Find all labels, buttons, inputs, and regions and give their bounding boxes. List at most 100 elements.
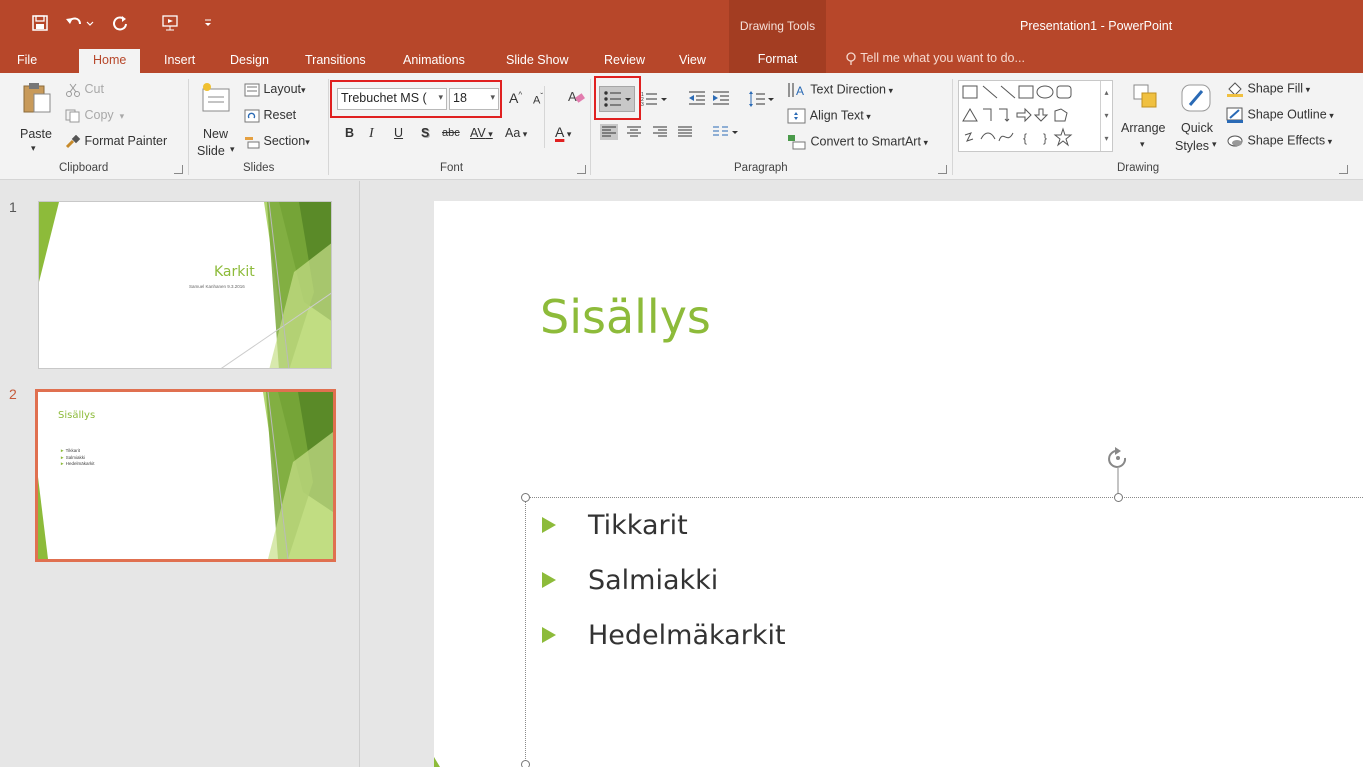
chevron-down-icon[interactable]: ▾: [490, 92, 495, 103]
bullet-item[interactable]: Salmiakki: [542, 560, 718, 600]
section-button[interactable]: Section▾: [244, 134, 310, 149]
line-spacing-button[interactable]: [748, 90, 776, 108]
quick-styles-button[interactable]: Quick Styles ▾: [1172, 79, 1222, 159]
title-bar: Drawing Tools Presentation1 - PowerPoint: [0, 0, 1363, 47]
align-center-button[interactable]: [625, 124, 643, 140]
chevron-down-icon[interactable]: ▾: [438, 92, 443, 103]
align-right-button[interactable]: [651, 124, 669, 140]
new-slide-label-2: Slide: [197, 144, 225, 158]
bullet-item[interactable]: Tikkarit: [542, 505, 688, 545]
convert-to-smartart-button[interactable]: Convert to SmartArt ▾: [787, 134, 928, 150]
arrange-button[interactable]: Arrange ▾: [1120, 79, 1172, 159]
tab-transitions[interactable]: Transitions: [305, 51, 366, 73]
strikethrough-button[interactable]: abc: [442, 127, 460, 139]
slide-thumbnail-2[interactable]: Sisällys ► Tikkarit ► Salmiakki ► Hedelm…: [38, 392, 333, 559]
reset-button[interactable]: Reset: [244, 108, 296, 123]
numbering-icon: 123: [641, 92, 667, 108]
group-divider: [952, 79, 953, 175]
bullets-button[interactable]: [599, 86, 635, 112]
tab-home[interactable]: Home: [79, 49, 141, 73]
font-color-label: A: [555, 124, 565, 140]
paint-bucket-icon: [1227, 82, 1243, 97]
shapes-gallery[interactable]: { } ▴ ▾ ▾: [958, 80, 1113, 152]
slide-title[interactable]: Sisällys: [540, 290, 711, 344]
shape-effects-icon: [1227, 135, 1243, 147]
quick-styles-icon: [1181, 84, 1211, 112]
slide-thumbnail-1[interactable]: Karkit Samuel Kanhanen 9.3.2016: [38, 201, 332, 369]
resize-handle[interactable]: [1114, 493, 1123, 502]
grow-font-button[interactable]: A^: [509, 90, 522, 106]
bullet-item[interactable]: Hedelmäkarkit: [542, 615, 786, 655]
drawing-tools-context: Drawing Tools: [729, 0, 826, 47]
font-size-combobox[interactable]: 18 ▾: [449, 88, 499, 110]
bullet-arrow-icon: [542, 627, 556, 643]
layout-label: Layout: [263, 82, 302, 96]
shape-outline-button[interactable]: Shape Outline ▾: [1226, 107, 1334, 123]
align-text-button[interactable]: Align Text ▾: [787, 108, 871, 124]
tab-design[interactable]: Design: [230, 51, 269, 73]
tab-animations[interactable]: Animations: [403, 51, 465, 73]
tab-file[interactable]: File: [17, 51, 37, 73]
grow-font-label: A: [509, 90, 519, 106]
text-direction-button[interactable]: A Text Direction ▾: [787, 82, 893, 98]
tell-me-search[interactable]: Tell me what you want to do...: [845, 51, 1025, 66]
format-painter-button[interactable]: Format Painter: [65, 134, 167, 149]
customize-toolbar-icon[interactable]: [188, 10, 228, 36]
shape-fill-label: Shape Fill: [1247, 81, 1304, 96]
shape-fill-button[interactable]: Shape Fill ▾: [1226, 81, 1310, 97]
shape-effects-button[interactable]: Shape Effects ▾: [1226, 133, 1332, 149]
clear-formatting-button[interactable]: A: [567, 88, 585, 106]
clipboard-launcher-icon[interactable]: [174, 165, 183, 174]
underline-button[interactable]: U: [394, 126, 403, 140]
tab-review[interactable]: Review: [604, 51, 645, 73]
layout-icon: [244, 83, 260, 97]
save-icon[interactable]: [22, 10, 58, 36]
layout-button[interactable]: Layout▾: [244, 82, 306, 97]
drawing-group-label: Drawing: [1117, 162, 1160, 174]
thumbnail-bullets: ► Tikkarit ► Salmiakki ► Hedelmäkarkit: [60, 448, 94, 468]
resize-handle[interactable]: [521, 760, 530, 767]
font-color-button[interactable]: A ▾: [555, 124, 571, 140]
reset-icon: [244, 109, 260, 123]
bold-button[interactable]: B: [345, 126, 354, 140]
new-slide-button[interactable]: New Slide ▾: [196, 79, 236, 159]
drawing-launcher-icon[interactable]: [1339, 165, 1348, 174]
resize-handle[interactable]: [521, 493, 530, 502]
undo-icon[interactable]: [58, 10, 102, 36]
align-left-button[interactable]: [600, 124, 618, 140]
paragraph-launcher-icon[interactable]: [938, 165, 947, 174]
character-spacing-button[interactable]: AV ▾: [470, 126, 493, 140]
bullet-text: Salmiakki: [588, 564, 719, 596]
increase-indent-button[interactable]: [712, 90, 730, 106]
character-spacing-label: AV: [470, 126, 486, 140]
change-case-button[interactable]: Aa ▾: [505, 126, 527, 140]
tab-slide-show[interactable]: Slide Show: [506, 51, 569, 73]
rotate-handle-icon[interactable]: [1104, 446, 1134, 494]
divider: [544, 86, 545, 148]
font-launcher-icon[interactable]: [577, 165, 586, 174]
copy-button[interactable]: Copy ▾: [65, 108, 124, 123]
redo-icon[interactable]: [102, 10, 138, 36]
font-size-value: 18: [453, 91, 467, 105]
font-name-combobox[interactable]: Trebuchet MS ( ▾: [337, 88, 447, 110]
decrease-indent-button[interactable]: [688, 90, 706, 106]
columns-icon: [713, 126, 738, 136]
text-shadow-button[interactable]: S: [421, 126, 429, 140]
gallery-scroll[interactable]: ▴ ▾ ▾: [1100, 81, 1112, 151]
justify-button[interactable]: [676, 124, 694, 140]
reset-label: Reset: [263, 108, 297, 122]
tab-view[interactable]: View: [679, 51, 706, 73]
tab-format[interactable]: Format: [729, 47, 826, 73]
cut-button[interactable]: Cut: [65, 82, 104, 97]
svg-text:A: A: [568, 89, 577, 104]
shrink-font-button[interactable]: Aˇ: [533, 92, 543, 107]
columns-button[interactable]: [711, 124, 739, 140]
slide-thumbnail-panel[interactable]: 1 Karkit Samuel Kanhanen 9.3.2016 2 Sisä…: [0, 181, 360, 767]
numbering-button[interactable]: 123: [641, 90, 671, 108]
start-from-beginning-icon[interactable]: [152, 10, 188, 36]
tab-insert[interactable]: Insert: [164, 51, 195, 73]
slide-number-2: 2: [9, 386, 17, 402]
change-case-label: Aa: [505, 126, 521, 140]
italic-button[interactable]: I: [369, 126, 374, 142]
paste-button[interactable]: Paste ▾: [18, 79, 56, 155]
